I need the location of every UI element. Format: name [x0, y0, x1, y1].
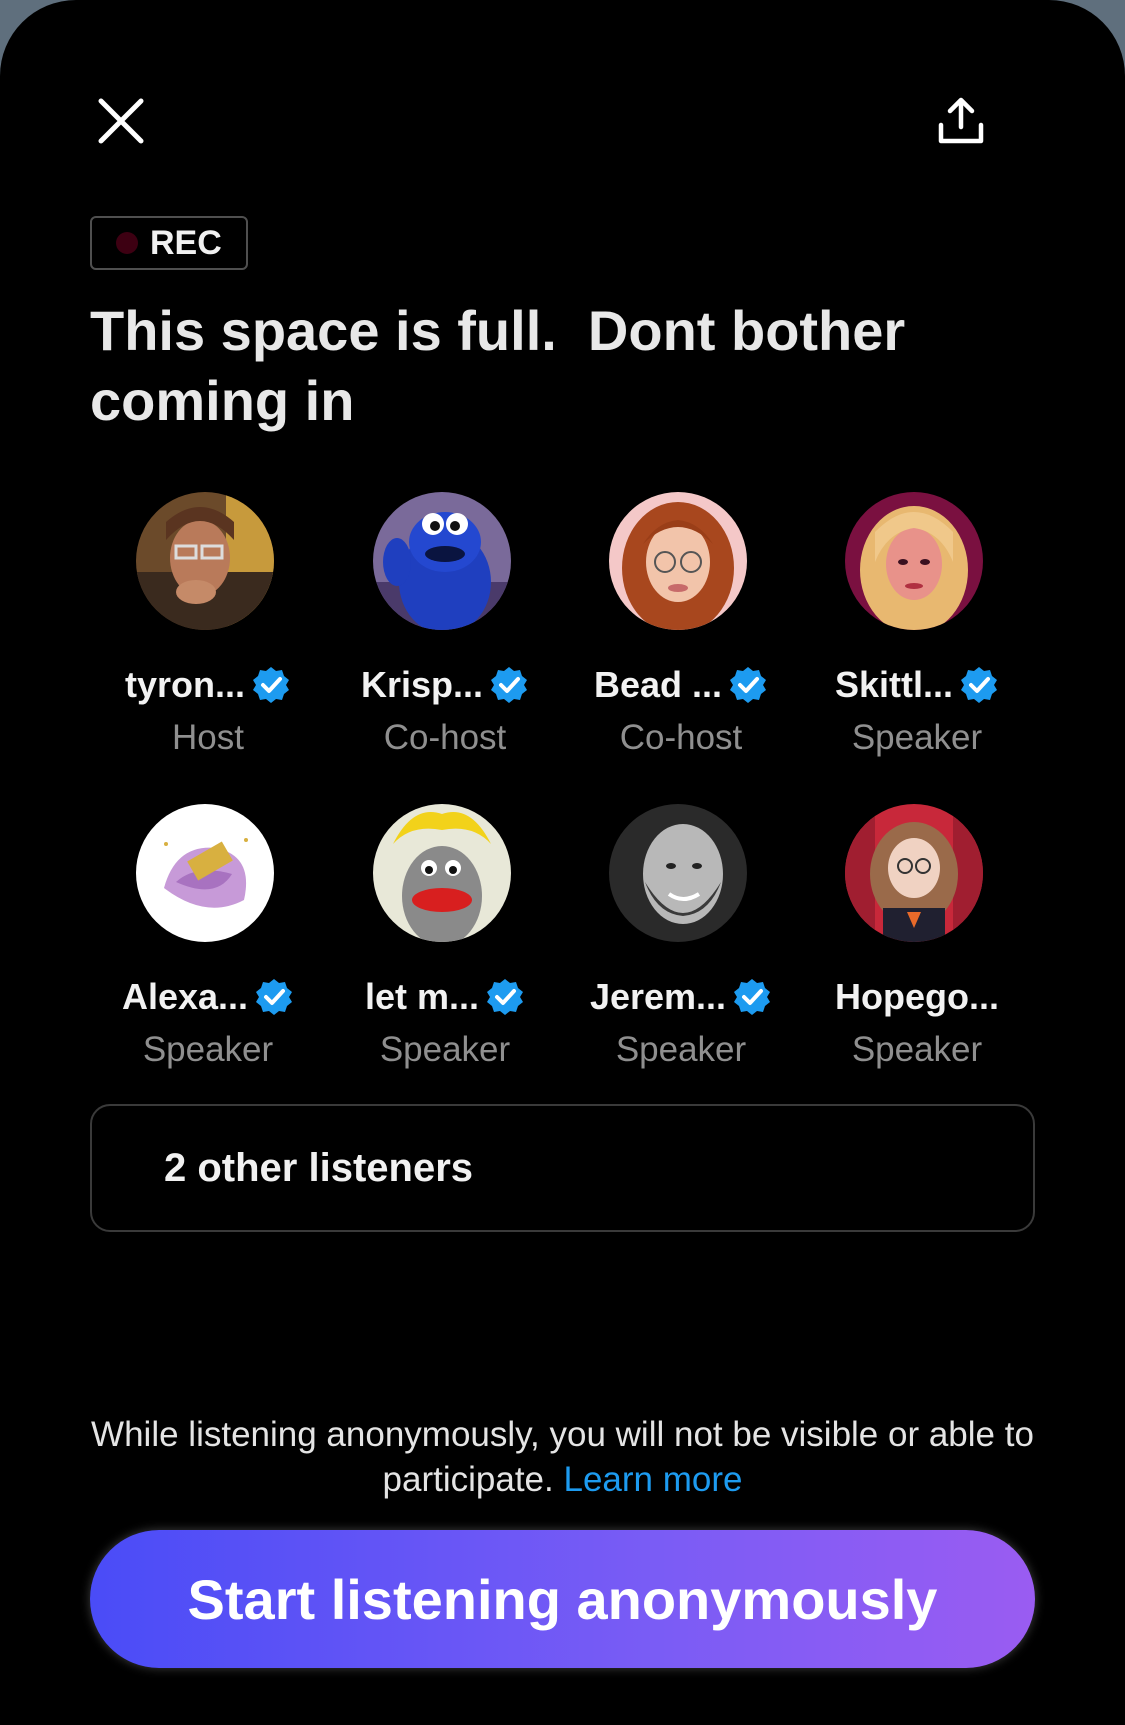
participant-role: Speaker [142, 1030, 274, 1069]
anonymous-notice: While listening anonymously, you will no… [90, 1412, 1035, 1502]
participant-name: Bead ... [593, 664, 723, 705]
participant-name: Hopego... [835, 976, 999, 1017]
participant-card[interactable]: Hopego... Speaker [797, 804, 1037, 1069]
other-listeners-label: 2 other listeners [164, 1145, 474, 1190]
participant-card[interactable]: Alexa... Speaker [88, 804, 328, 1069]
verified-badge-icon [253, 667, 289, 703]
avatar [845, 492, 983, 630]
avatar [136, 492, 274, 630]
participant-name: Skittl... [834, 664, 954, 705]
participant-role: Co-host [619, 718, 743, 757]
avatar [373, 804, 511, 942]
other-listeners-button[interactable]: 2 other listeners [90, 1104, 1035, 1232]
space-sheet: REC This space is full. Dont bother comi… [0, 0, 1125, 1725]
rec-label: REC [150, 223, 222, 262]
start-listening-anonymously-button[interactable]: Start listening anonymously [90, 1530, 1035, 1668]
close-icon [98, 98, 144, 144]
participant-card[interactable]: tyron... Host [88, 492, 328, 757]
participant-role: Co-host [383, 718, 507, 757]
verified-badge-icon [730, 667, 767, 703]
participant-role: Host [172, 718, 244, 757]
verified-badge-icon [491, 667, 528, 703]
avatar [609, 492, 747, 630]
close-button[interactable] [86, 86, 156, 156]
avatar [609, 804, 747, 942]
rec-dot-icon [116, 232, 138, 254]
participant-name: Krisp... [360, 664, 484, 705]
verified-badge-icon [734, 979, 771, 1015]
participant-card[interactable]: Skittl... Speaker [797, 492, 1037, 757]
participant-role: Speaker [851, 1030, 983, 1069]
participant-name: Jerem... [589, 976, 727, 1017]
share-upload-icon [938, 97, 984, 144]
verified-badge-icon [256, 979, 293, 1015]
share-button[interactable] [926, 86, 996, 156]
avatar [373, 492, 511, 630]
avatar [845, 804, 983, 942]
space-title: This space is full. Dont bother coming i… [90, 299, 921, 432]
verified-badge-icon [961, 667, 998, 703]
learn-more-link[interactable]: Learn more [563, 1460, 742, 1499]
participant-card[interactable]: Bead ... Co-host [561, 492, 801, 757]
participant-name: tyron... [124, 664, 245, 705]
participant-card[interactable]: Jerem... Speaker [561, 804, 801, 1069]
participant-card[interactable]: let m... Speaker [325, 804, 565, 1069]
participant-role: Speaker [851, 718, 983, 757]
participant-role: Speaker [615, 1030, 747, 1069]
rec-badge: REC [90, 216, 248, 270]
verified-badge-icon [487, 979, 524, 1015]
participant-role: Speaker [379, 1030, 511, 1069]
avatar [136, 804, 274, 942]
participant-name: let m... [364, 976, 480, 1017]
participant-name: Alexa... [121, 976, 249, 1017]
participant-card[interactable]: Krisp... Co-host [325, 492, 565, 757]
